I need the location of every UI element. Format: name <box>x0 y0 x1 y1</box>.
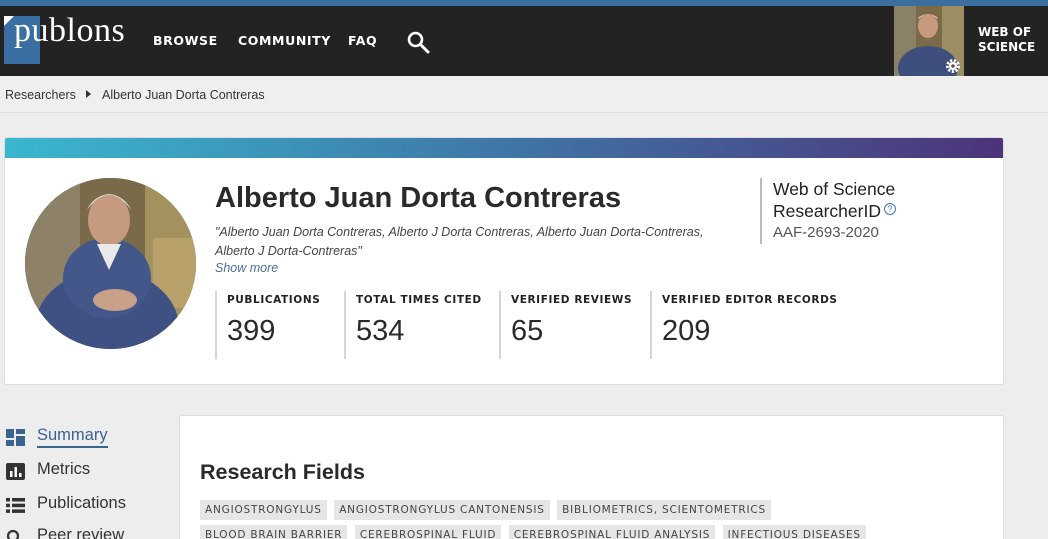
search-icon <box>6 529 20 539</box>
stat-label: VERIFIED REVIEWS <box>511 294 633 306</box>
field-tag[interactable]: BLOOD BRAIN BARRIER <box>200 525 348 539</box>
stat-value: 534 <box>356 315 405 347</box>
field-tag[interactable]: BIBLIOMETRICS, SCIENTOMETRICS <box>557 500 771 520</box>
profile-gradient-bar <box>5 138 1003 158</box>
sidebar-item-peer-review[interactable]: Peer review <box>6 526 166 539</box>
show-more-link[interactable]: Show more <box>215 261 278 275</box>
stat-label: VERIFIED EDITOR RECORDS <box>662 294 838 306</box>
sidebar-item-publications[interactable]: Publications <box>6 494 166 516</box>
breadcrumb-current: Alberto Juan Dorta Contreras <box>102 88 265 102</box>
logo-text: publons <box>14 12 126 49</box>
nav-faq[interactable]: FAQ <box>348 33 377 48</box>
researcher-id-block: Web of Science ResearcherID? AAF-2693-20… <box>760 178 896 244</box>
researcher-id-label: ResearcherID <box>773 201 881 221</box>
stat-label: TOTAL TIMES CITED <box>356 294 482 306</box>
profile-card: Alberto Juan Dorta Contreras "Alberto Ju… <box>4 137 1004 385</box>
field-tag[interactable]: CEREBROSPINAL FLUID ANALYSIS <box>508 525 716 539</box>
dashboard-icon <box>6 429 25 446</box>
settings-gear-icon[interactable] <box>945 58 961 74</box>
research-field-tags: ANGIOSTRONGYLUS ANGIOSTRONGYLUS CANTONEN… <box>200 500 990 539</box>
nav-browse[interactable]: BROWSE <box>153 33 218 48</box>
wos-line-2: SCIENCE <box>978 40 1036 54</box>
stat-label: PUBLICATIONS <box>227 294 321 306</box>
sidebar-item-label: Peer review <box>37 526 125 539</box>
field-tag[interactable]: ANGIOSTRONGYLUS CANTONENSIS <box>334 500 550 520</box>
breadcrumb: Researchers Alberto Juan Dorta Contreras <box>0 76 1048 113</box>
sidebar-item-metrics[interactable]: Metrics <box>6 460 166 482</box>
sidebar-item-summary[interactable]: Summary <box>6 426 166 448</box>
list-icon <box>6 498 25 513</box>
sidebar-item-label: Metrics <box>37 460 91 478</box>
researcher-name: Alberto Juan Dorta Contreras <box>215 182 622 214</box>
research-fields-panel: Research Fields ANGIOSTRONGYLUS ANGIOSTR… <box>179 415 1004 539</box>
stat-value: 399 <box>227 315 276 347</box>
stat-editor-records[interactable]: VERIFIED EDITOR RECORDS 209 <box>650 291 838 359</box>
researcher-aliases: "Alberto Juan Dorta Contreras, Alberto J… <box>215 225 704 258</box>
profile-photo <box>25 178 196 349</box>
search-icon[interactable] <box>406 30 430 54</box>
stat-publications[interactable]: PUBLICATIONS 399 <box>215 291 320 359</box>
breadcrumb-arrow-icon <box>86 90 91 98</box>
publons-logo[interactable]: publons <box>4 12 134 72</box>
top-navbar: publons BROWSE COMMUNITY FAQ WEB OF SCIE… <box>0 6 1048 76</box>
breadcrumb-researchers[interactable]: Researchers <box>5 88 76 102</box>
field-tag[interactable]: CEREBROSPINAL FLUID <box>354 525 502 539</box>
sidebar-item-label: Summary <box>37 426 108 448</box>
web-of-science-link[interactable]: WEB OF SCIENCE <box>978 25 1035 55</box>
logo-corner <box>4 16 14 26</box>
researcher-id-value: AAF-2693-2020 <box>773 224 879 241</box>
stat-value: 209 <box>662 315 711 347</box>
field-tag[interactable]: INFECTIOUS DISEASES <box>722 525 866 539</box>
stat-value: 65 <box>511 315 544 347</box>
stat-times-cited[interactable]: TOTAL TIMES CITED 534 <box>344 291 482 359</box>
help-icon[interactable]: ? <box>883 203 896 215</box>
nav-community[interactable]: COMMUNITY <box>238 33 331 48</box>
wos-line-1: WEB OF <box>978 25 1032 39</box>
field-tag[interactable]: ANGIOSTRONGYLUS <box>200 500 327 520</box>
profile-avatar <box>25 178 196 349</box>
bar-chart-icon <box>6 463 25 480</box>
researcher-id-title-2: ResearcherID? <box>773 200 896 222</box>
user-avatar[interactable] <box>894 6 964 76</box>
sidebar-item-label: Publications <box>37 494 126 512</box>
researcher-id-title-1: Web of Science <box>773 179 896 199</box>
stat-verified-reviews[interactable]: VERIFIED REVIEWS 65 <box>499 291 632 359</box>
research-fields-title: Research Fields <box>200 460 365 484</box>
